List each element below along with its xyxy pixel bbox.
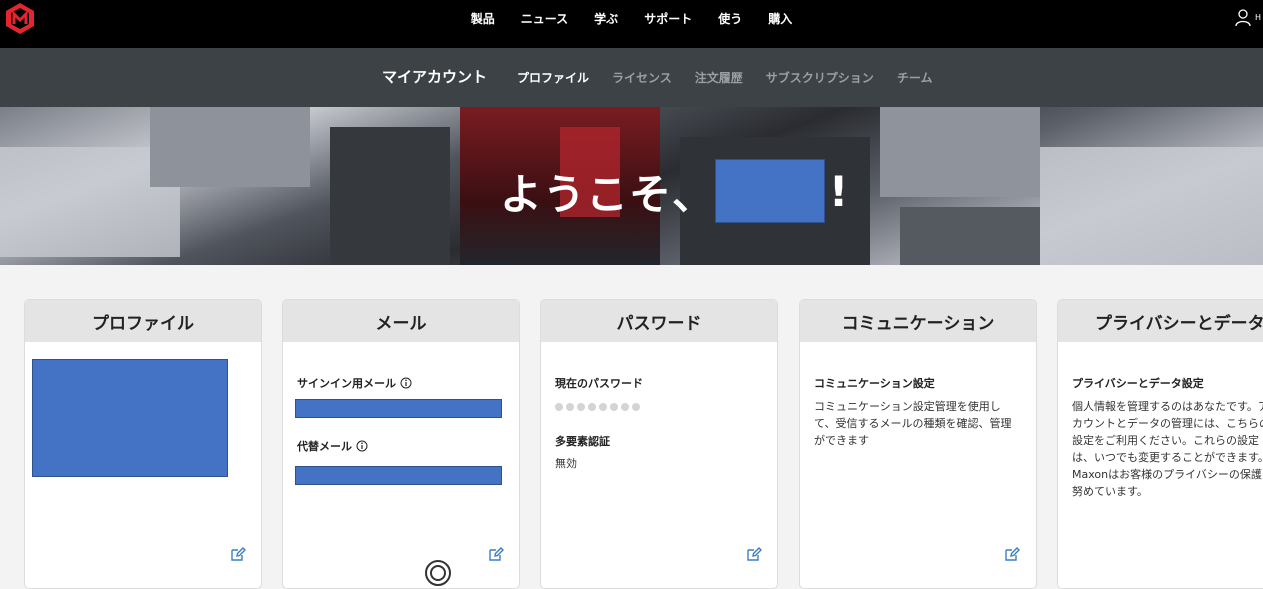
- mfa-label: 多要素認証: [555, 435, 610, 448]
- mfa-status: 無効: [555, 457, 577, 470]
- mail-card-title: メール: [283, 300, 519, 342]
- profile-card: プロファイル: [24, 299, 262, 589]
- tab-team[interactable]: チーム: [897, 69, 933, 86]
- user-icon[interactable]: [1235, 9, 1251, 27]
- redacted-profile-image: [32, 359, 228, 477]
- nav-learn[interactable]: 学ぶ: [593, 10, 619, 27]
- loading-spinner-icon: [425, 560, 451, 586]
- masked-password: [555, 403, 763, 411]
- edit-icon[interactable]: [230, 546, 246, 562]
- hero-decor-block: [880, 107, 1040, 197]
- communication-description: コミュニケーション設定管理を使用して、受信するメールの種類を確認、管理ができます: [814, 400, 1012, 447]
- privacy-card-title: プライバシーとデータ: [1058, 300, 1263, 342]
- nav-use[interactable]: 使う: [717, 10, 743, 27]
- privacy-settings-label: プライバシーとデータ設定: [1072, 377, 1204, 390]
- nav-buy[interactable]: 購入: [767, 10, 793, 27]
- alt-email-label: 代替メール: [297, 438, 505, 454]
- alt-email-label-text: 代替メール: [297, 440, 352, 453]
- info-icon[interactable]: [400, 377, 412, 389]
- my-account-title[interactable]: マイアカウント: [382, 66, 487, 87]
- user-initial[interactable]: H: [1255, 13, 1261, 22]
- tab-licenses[interactable]: ライセンス: [612, 69, 672, 86]
- communication-card-body: コミュニケーション設定 コミュニケーション設定管理を使用して、受信するメールの種…: [800, 375, 1036, 449]
- hero-decor-block: [330, 127, 450, 265]
- redacted-signin-email: [295, 399, 502, 418]
- welcome-greeting: ようこそ、: [500, 169, 716, 219]
- hero-decor-block: [150, 107, 310, 187]
- edit-icon[interactable]: [488, 546, 504, 562]
- tab-order-history[interactable]: 注文履歴: [695, 69, 743, 86]
- privacy-card: プライバシーとデータ プライバシーとデータ設定 個人情報を管理するのはあなたです…: [1057, 299, 1263, 589]
- password-card-title: パスワード: [541, 300, 777, 342]
- password-card-body: 現在のパスワード 多要素認証 無効: [541, 375, 777, 472]
- communication-settings-label: コミュニケーション設定: [814, 377, 935, 390]
- nav-news[interactable]: ニュース: [520, 10, 569, 27]
- hero-banner: ようこそ、 !: [0, 107, 1263, 265]
- redacted-username: [715, 159, 826, 223]
- signin-email-label: サインイン用メール: [297, 375, 505, 391]
- redacted-alt-email: [295, 466, 502, 485]
- top-bar: 製品 ニュース 学ぶ サポート 使う 購入 H: [0, 0, 1263, 48]
- nav-products[interactable]: 製品: [470, 10, 496, 27]
- profile-card-title: プロファイル: [25, 300, 261, 342]
- main-nav: 製品 ニュース 学ぶ サポート 使う 購入: [0, 10, 1263, 27]
- communication-card: コミュニケーション コミュニケーション設定 コミュニケーション設定管理を使用して…: [799, 299, 1037, 589]
- tab-subscriptions[interactable]: サブスクリプション: [766, 69, 874, 86]
- account-subnav-bar: マイアカウント プロファイル ライセンス 注文履歴 サブスクリプション チーム: [0, 48, 1263, 107]
- tab-profile[interactable]: プロファイル: [517, 69, 589, 86]
- info-icon[interactable]: [356, 440, 368, 452]
- mail-card: メール サインイン用メール 代替メール: [282, 299, 520, 589]
- current-password-label: 現在のパスワード: [555, 377, 643, 390]
- communication-card-title: コミュニケーション: [800, 300, 1036, 342]
- welcome-suffix: !: [829, 166, 850, 216]
- account-tabs: プロファイル ライセンス 注文履歴 サブスクリプション チーム: [517, 69, 932, 86]
- hero-decor-block: [900, 207, 1040, 265]
- hero-decor-block: [1040, 147, 1263, 265]
- welcome-heading: ようこそ、 !: [500, 159, 849, 223]
- mail-card-body: サインイン用メール 代替メール: [283, 375, 519, 485]
- signin-email-label-text: サインイン用メール: [297, 377, 396, 390]
- password-card: パスワード 現在のパスワード 多要素認証 無効: [540, 299, 778, 589]
- nav-support[interactable]: サポート: [643, 10, 693, 27]
- edit-icon[interactable]: [746, 546, 762, 562]
- privacy-card-body: プライバシーとデータ設定 個人情報を管理するのはあなたです。アカウントとデータの…: [1058, 375, 1263, 500]
- edit-icon[interactable]: [1004, 546, 1020, 562]
- privacy-description: 個人情報を管理するのはあなたです。アカウントとデータの管理には、こちらの設定をご…: [1072, 400, 1263, 498]
